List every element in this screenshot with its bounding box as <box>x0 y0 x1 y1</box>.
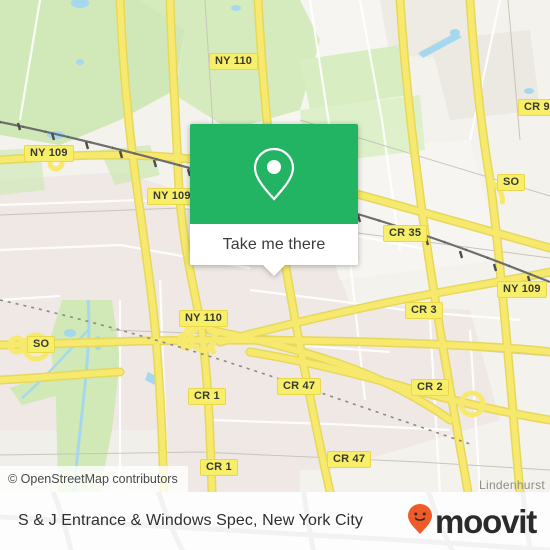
road-shield[interactable]: CR 35 <box>383 225 428 242</box>
road-shield[interactable]: SO <box>497 174 526 191</box>
moovit-wordmark: moovit <box>435 502 537 540</box>
page-footer: S & J Entrance & Windows Spec, New York … <box>0 492 550 550</box>
moovit-smiley-pin-icon <box>407 503 433 540</box>
popup-header <box>190 124 358 224</box>
road-shield[interactable]: NY 109 <box>24 145 74 162</box>
popup-footer[interactable]: Take me there <box>190 224 358 265</box>
road-shield[interactable]: CR 2 <box>411 379 449 396</box>
road-shield[interactable]: NY 110 <box>179 310 229 327</box>
map-canvas[interactable]: NY 110 CR 9 NY 109 NY 109 SO CR 35 NY 10… <box>0 0 550 492</box>
road-shield[interactable]: SO <box>27 336 56 353</box>
road-shield[interactable]: CR 47 <box>277 378 322 395</box>
location-popup-card[interactable]: Take me there <box>190 124 358 276</box>
moovit-brand-logo[interactable]: moovit <box>407 502 537 540</box>
page-title: S & J Entrance & Windows Spec, New York … <box>18 512 363 529</box>
road-shield[interactable]: CR 1 <box>188 388 226 405</box>
road-shield[interactable]: NY 110 <box>209 53 259 70</box>
road-shield[interactable]: CR 3 <box>405 302 443 319</box>
road-shield[interactable]: CR 47 <box>327 451 372 468</box>
popup-pointer-tail <box>263 265 285 276</box>
moovit-map-screenshot: NY 110 CR 9 NY 109 NY 109 SO CR 35 NY 10… <box>0 0 550 550</box>
road-shield[interactable]: CR 9 <box>518 99 550 116</box>
take-me-there-label: Take me there <box>222 235 326 253</box>
osm-attribution[interactable]: © OpenStreetMap contributors <box>0 466 188 492</box>
osm-attribution-text: © OpenStreetMap contributors <box>8 472 178 486</box>
road-shield[interactable]: NY 109 <box>497 281 547 298</box>
map-pin-icon <box>251 145 297 203</box>
road-shield[interactable]: CR 1 <box>200 459 238 476</box>
place-label-lindenhurst: Lindenhurst <box>479 478 546 492</box>
